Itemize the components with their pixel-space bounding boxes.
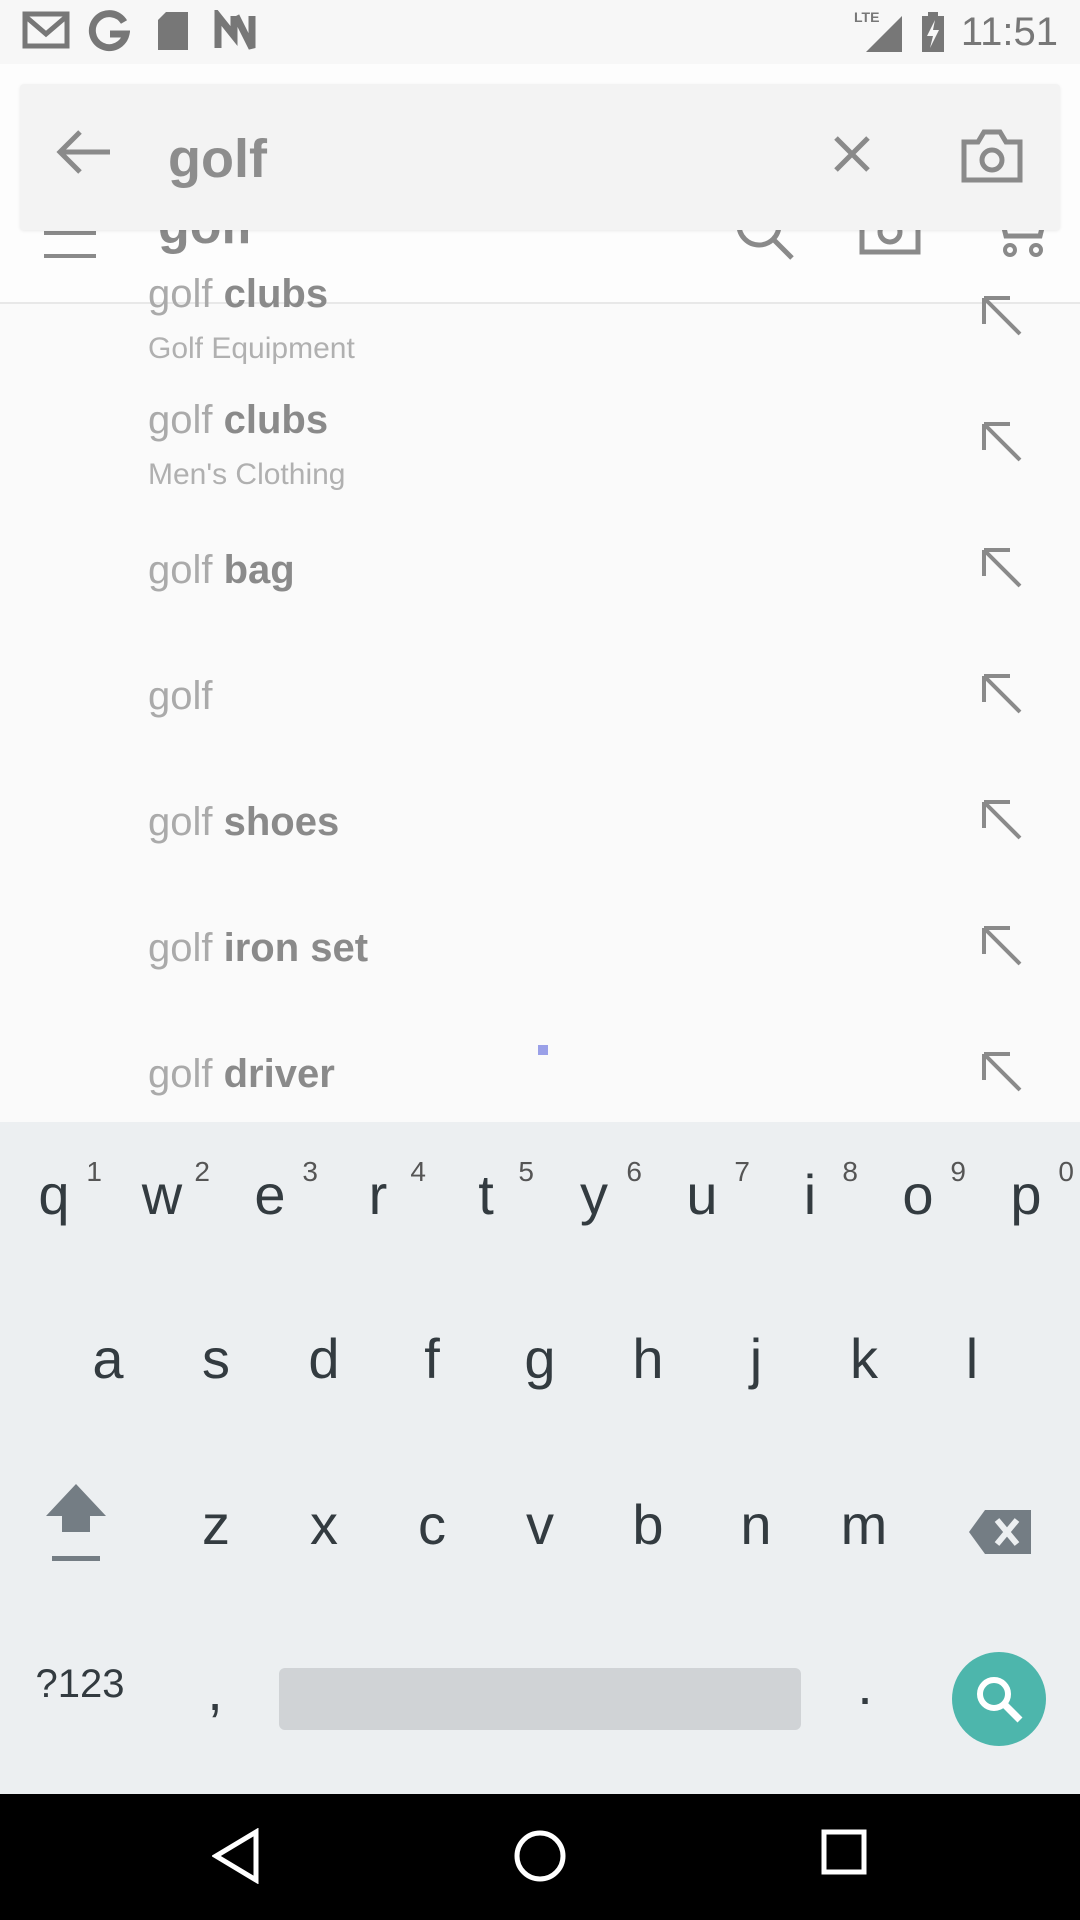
google-icon	[88, 10, 130, 54]
key-v[interactable]: v	[486, 1492, 594, 1572]
fill-query-arrow-icon[interactable]	[980, 924, 1024, 973]
key-s[interactable]: s	[162, 1326, 270, 1406]
suggestion-item[interactable]: golf clubs Men's Clothing	[0, 378, 1080, 504]
search-bar	[20, 84, 1060, 230]
backspace-icon	[967, 1505, 1033, 1568]
sd-card-icon	[156, 10, 190, 54]
fill-query-arrow-icon[interactable]	[980, 546, 1024, 595]
key-t[interactable]: 5t	[432, 1156, 540, 1242]
key-y[interactable]: 6y	[540, 1156, 648, 1242]
key-h[interactable]: h	[594, 1326, 702, 1406]
suggestion-category: Men's Clothing	[148, 458, 346, 491]
key-i[interactable]: 8i	[756, 1156, 864, 1242]
camera-icon[interactable]	[960, 128, 1024, 189]
key-z[interactable]: z	[162, 1492, 270, 1572]
svg-text:LTE: LTE	[854, 9, 879, 25]
status-time: 11:51	[960, 10, 1058, 54]
suggestion-item[interactable]: golf clubs Golf Equipment	[0, 252, 1080, 378]
shift-key[interactable]	[20, 1480, 132, 1590]
suggestion-item[interactable]: golf	[0, 630, 1080, 756]
fill-query-arrow-icon[interactable]	[980, 294, 1024, 343]
fill-query-arrow-icon[interactable]	[980, 1050, 1024, 1099]
home-icon[interactable]	[512, 1828, 568, 1889]
back-icon[interactable]	[211, 1827, 260, 1889]
key-j[interactable]: j	[702, 1326, 810, 1406]
suggestion-item[interactable]: golf bag	[0, 504, 1080, 630]
period-key[interactable]: .	[825, 1652, 905, 1722]
suggestion-text: golf clubs	[148, 272, 329, 316]
suggestion-item[interactable]: golf driver	[0, 1008, 1080, 1134]
signal-icon: LTE	[852, 8, 904, 52]
key-o[interactable]: 9o	[864, 1156, 972, 1242]
backspace-key[interactable]	[960, 1504, 1040, 1564]
key-k[interactable]: k	[810, 1326, 918, 1406]
key-q[interactable]: 1q	[0, 1156, 108, 1242]
key-c[interactable]: c	[378, 1492, 486, 1572]
suggestion-item[interactable]: golf shoes	[0, 756, 1080, 882]
back-arrow-icon[interactable]	[56, 128, 112, 181]
key-b[interactable]: b	[594, 1492, 702, 1572]
suggestion-text: golf iron set	[148, 926, 369, 970]
key-l[interactable]: l	[918, 1326, 1026, 1406]
suggestion-text: golf bag	[148, 548, 295, 592]
gmail-icon	[22, 10, 70, 54]
suggestion-text: golf clubs	[148, 398, 329, 442]
n-icon	[214, 10, 256, 54]
navigation-bar	[0, 1794, 1080, 1920]
loading-indicator	[538, 1045, 548, 1055]
shift-icon	[44, 1484, 108, 1576]
key-n[interactable]: n	[702, 1492, 810, 1572]
space-bar[interactable]	[279, 1668, 801, 1730]
suggestion-text: golf driver	[148, 1052, 335, 1096]
clear-icon[interactable]	[832, 134, 872, 179]
key-u[interactable]: 7u	[648, 1156, 756, 1242]
key-f[interactable]: f	[378, 1326, 486, 1406]
suggestion-item[interactable]: golf iron set	[0, 882, 1080, 1008]
key-e[interactable]: 3e	[216, 1156, 324, 1242]
suggestion-text: golf shoes	[148, 800, 340, 844]
symbols-key[interactable]: ?123	[20, 1662, 140, 1732]
comma-key[interactable]: ,	[175, 1658, 255, 1728]
recents-icon[interactable]	[820, 1828, 868, 1881]
key-p[interactable]: 0p	[972, 1156, 1080, 1242]
key-g[interactable]: g	[486, 1326, 594, 1406]
key-a[interactable]: a	[54, 1326, 162, 1406]
keyboard-search-button[interactable]	[952, 1652, 1046, 1746]
key-w[interactable]: 2w	[108, 1156, 216, 1242]
key-r[interactable]: 4r	[324, 1156, 432, 1242]
key-m[interactable]: m	[810, 1492, 918, 1572]
fill-query-arrow-icon[interactable]	[980, 798, 1024, 847]
soft-keyboard: 1q 2w 3e 4r 5t 6y 7u 8i 9o 0p a s d f g …	[0, 1122, 1080, 1794]
suggestion-text: golf	[148, 674, 213, 718]
battery-charging-icon	[920, 10, 946, 54]
suggestion-category: Golf Equipment	[148, 332, 355, 365]
status-bar: LTE 11:51	[0, 0, 1080, 64]
search-input[interactable]	[168, 124, 788, 194]
fill-query-arrow-icon[interactable]	[980, 420, 1024, 469]
key-x[interactable]: x	[270, 1492, 378, 1572]
key-d[interactable]: d	[270, 1326, 378, 1406]
fill-query-arrow-icon[interactable]	[980, 672, 1024, 721]
